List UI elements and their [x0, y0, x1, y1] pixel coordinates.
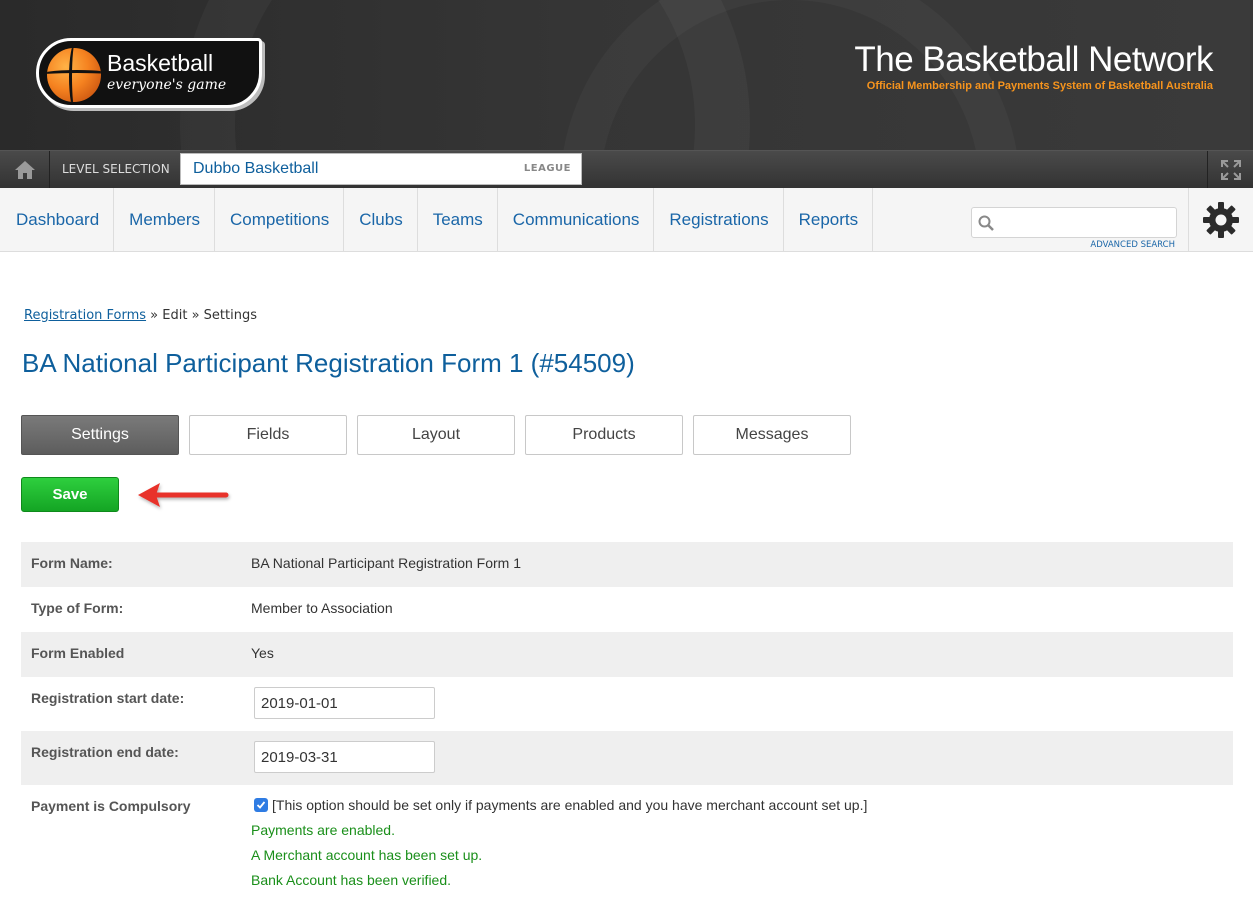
gear-icon — [1203, 202, 1239, 238]
nav-dashboard[interactable]: Dashboard — [0, 188, 115, 252]
nav-clubs[interactable]: Clubs — [344, 188, 418, 252]
search-area: ADVANCED SEARCH — [971, 207, 1177, 250]
end-date-cell — [251, 731, 1233, 785]
payment-compulsory-note: [This option should be set only if payme… — [272, 797, 868, 813]
row-form-name: Form Name: BA National Participant Regis… — [21, 542, 1233, 587]
row-start-date: Registration start date: — [21, 677, 1233, 731]
form-enabled-label: Form Enabled — [31, 645, 125, 661]
nav-teams[interactable]: Teams — [418, 188, 498, 252]
breadcrumb-registration-forms-link[interactable]: Registration Forms — [24, 308, 146, 323]
tab-layout[interactable]: Layout — [357, 415, 515, 455]
status-merchant-account: A Merchant account has been set up. — [251, 847, 483, 863]
breadcrumb: Registration Forms » Edit » Settings — [24, 308, 257, 323]
breadcrumb-rest: » Edit » Settings — [146, 308, 257, 323]
save-button[interactable]: Save — [21, 477, 119, 512]
payment-compulsory-cell: [This option should be set only if payme… — [251, 785, 1233, 901]
end-date-input[interactable] — [254, 741, 435, 773]
checkmark-icon — [256, 801, 266, 809]
basketball-icon — [47, 48, 101, 102]
brand-subtitle: Official Membership and Payments System … — [866, 80, 1213, 92]
nav-reports[interactable]: Reports — [784, 188, 874, 252]
logo-title: Basketball — [107, 50, 214, 76]
site-header: Basketball everyone's game The Basketbal… — [0, 0, 1253, 150]
status-bank-verified: Bank Account has been verified. — [251, 872, 452, 888]
row-type-of-form: Type of Form: Member to Association — [21, 587, 1233, 632]
level-name: Dubbo Basketball — [193, 160, 319, 177]
brand: The Basketball Network Official Membersh… — [854, 40, 1213, 92]
payment-compulsory-line: [This option should be set only if payme… — [254, 797, 1233, 813]
row-form-enabled: Form Enabled Yes — [21, 632, 1233, 677]
search-box — [971, 207, 1177, 238]
search-icon — [978, 215, 994, 231]
row-end-date: Registration end date: — [21, 731, 1233, 785]
tab-messages[interactable]: Messages — [693, 415, 851, 455]
level-selection-bar: LEVEL SELECTION Dubbo Basketball LEAGUE — [0, 150, 1253, 188]
form-enabled-value: Yes — [251, 645, 274, 661]
tab-fields[interactable]: Fields — [189, 415, 347, 455]
type-of-form-value: Member to Association — [251, 600, 393, 616]
start-date-cell — [251, 677, 1233, 731]
nav-competitions[interactable]: Competitions — [215, 188, 345, 252]
nav-communications[interactable]: Communications — [498, 188, 655, 252]
level-selection-label: LEVEL SELECTION — [62, 162, 170, 176]
form-name-label: Form Name: — [31, 555, 113, 571]
brand-title: The Basketball Network — [854, 40, 1213, 79]
expand-icon — [1220, 159, 1241, 180]
home-button[interactable] — [0, 151, 50, 188]
payment-compulsory-label: Payment is Compulsory — [31, 798, 191, 814]
nav-registrations[interactable]: Registrations — [654, 188, 784, 252]
level-selector[interactable]: Dubbo Basketball LEAGUE — [180, 153, 582, 185]
form-tabs: Settings Fields Layout Products Messages — [21, 415, 851, 455]
status-payments-enabled: Payments are enabled. — [251, 822, 395, 838]
tab-products[interactable]: Products — [525, 415, 683, 455]
page-title: BA National Participant Registration For… — [22, 348, 635, 378]
advanced-search-link[interactable]: ADVANCED SEARCH — [1090, 240, 1175, 250]
fullscreen-button[interactable] — [1207, 151, 1253, 188]
nav-members[interactable]: Members — [114, 188, 216, 252]
type-of-form-label: Type of Form: — [31, 600, 124, 616]
row-payment-compulsory: Payment is Compulsory [This option shoul… — [21, 785, 1233, 901]
level-type: LEAGUE — [523, 163, 571, 174]
form-name-value: BA National Participant Registration For… — [251, 555, 522, 571]
nav-items: Dashboard Members Competitions Clubs Tea… — [0, 188, 874, 252]
payment-compulsory-checkbox[interactable] — [254, 798, 268, 812]
start-date-input[interactable] — [254, 687, 435, 719]
settings-form: Form Name: BA National Participant Regis… — [21, 542, 1233, 901]
home-icon — [14, 160, 35, 179]
tab-settings[interactable]: Settings — [21, 415, 179, 455]
main-nav: Dashboard Members Competitions Clubs Tea… — [0, 188, 1253, 252]
start-date-label: Registration start date: — [31, 690, 185, 706]
logo-subtitle: everyone's game — [107, 77, 227, 93]
red-arrow-annotation — [138, 483, 229, 507]
basketball-logo[interactable]: Basketball everyone's game — [36, 38, 262, 108]
search-input[interactable] — [1000, 212, 1170, 234]
settings-button[interactable] — [1188, 188, 1253, 252]
end-date-label: Registration end date: — [31, 744, 179, 760]
